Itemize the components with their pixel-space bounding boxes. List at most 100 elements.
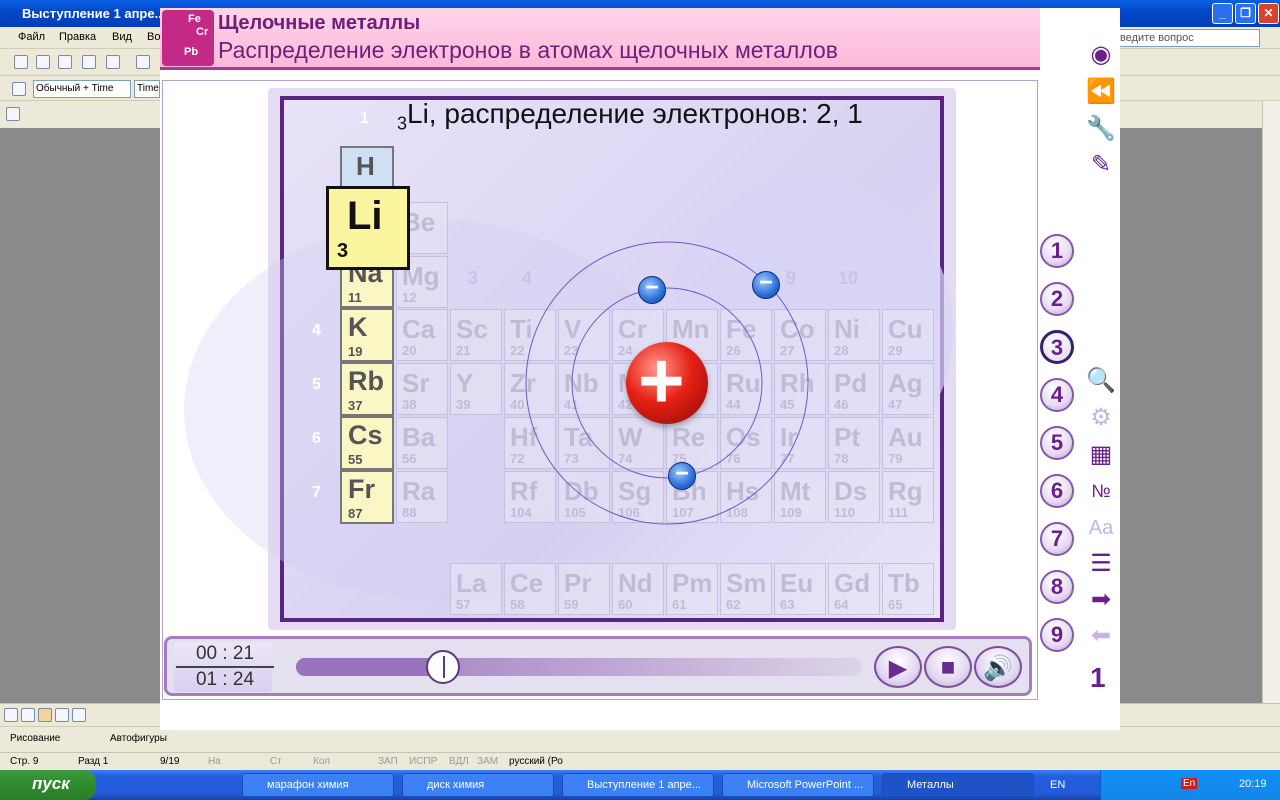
alkali-cell-fr[interactable]: Fr 87 [340, 470, 394, 524]
print-icon[interactable] [106, 55, 120, 69]
language-indicator[interactable]: EN [1050, 779, 1065, 791]
period-number: 5 [312, 376, 321, 393]
font-icon[interactable]: Aa [1086, 513, 1116, 543]
faded-element-cell: Ba 56 [396, 417, 448, 469]
slide-nav-1[interactable]: 1 [1040, 234, 1074, 268]
status-rec[interactable]: ЗАП [378, 756, 398, 767]
word-ask-input[interactable]: ведите вопрос [1115, 29, 1260, 47]
open-icon[interactable] [36, 55, 50, 69]
alkali-cell-cs[interactable]: Cs 55 [340, 416, 394, 470]
tab-stop-icon[interactable] [6, 107, 20, 121]
zoom-icon[interactable]: 🔍 [1086, 366, 1116, 396]
new-icon[interactable] [14, 55, 28, 69]
style-combo[interactable]: Обычный + Time [33, 80, 131, 98]
nucleus-sign: + [638, 336, 685, 425]
seek-thumb[interactable] [426, 650, 461, 684]
play-icon: ▶ [888, 655, 908, 682]
play-button[interactable]: ▶ [874, 646, 922, 688]
element-number: 37 [348, 398, 363, 413]
outline-view-icon[interactable] [55, 708, 69, 722]
seek-progress [296, 658, 444, 676]
logo-cr: Cr [196, 26, 209, 38]
word-title: Выступление 1 апре... [22, 6, 166, 21]
volume-button[interactable]: 🔊 [974, 646, 1022, 688]
gears-icon[interactable]: ⚙ [1086, 403, 1116, 433]
status-trk[interactable]: ИСПР [409, 756, 437, 767]
element-number: 12 [402, 290, 417, 305]
task-label: Microsoft PowerPoint ... [747, 779, 864, 791]
faded-element-cell: Ds 110 [828, 471, 880, 523]
current-time: 00 : 21 [195, 643, 255, 664]
styles-icon[interactable] [12, 82, 26, 96]
faded-element-cell: La 57 [450, 563, 502, 615]
number-icon[interactable]: № [1086, 476, 1116, 506]
task-word[interactable]: Выступление 1 апре... [562, 773, 714, 797]
alkali-cell-rb[interactable]: Rb 37 [340, 362, 394, 416]
task-disk[interactable]: диск химия [402, 773, 554, 797]
element-number: 56 [402, 451, 417, 466]
period-number: 6 [312, 430, 321, 447]
stop-button[interactable]: ■ [924, 646, 972, 688]
autoshapes-menu[interactable]: Автофигуры [110, 733, 167, 744]
status-pages: 9/19 [160, 756, 180, 767]
word-vertical-scrollbar[interactable] [1262, 101, 1280, 703]
font-combo[interactable]: Time [134, 80, 160, 98]
slide-nav-8[interactable]: 8 [1040, 570, 1074, 604]
save-icon[interactable] [58, 55, 72, 69]
electron: − [638, 276, 666, 304]
prev-arrow-icon[interactable]: ⬅ [1086, 621, 1116, 651]
lithium-number: 3 [337, 240, 349, 262]
alkali-cell-k[interactable]: K 19 [340, 308, 394, 362]
word-restore-button[interactable]: ❐ [1235, 3, 1256, 24]
element-number: 47 [888, 397, 903, 412]
normal-view-icon[interactable] [4, 708, 18, 722]
rewind-icon[interactable]: ⏪ [1086, 77, 1116, 107]
slide-nav-6[interactable]: 6 [1040, 474, 1074, 508]
element-symbol: Cs [348, 420, 383, 450]
pencil-icon[interactable]: ✎ [1086, 150, 1116, 180]
task-label: Выступление 1 апре... [587, 779, 701, 791]
menu-view[interactable]: Вид [112, 31, 132, 43]
word-minimize-button[interactable]: _ [1212, 3, 1233, 24]
lithium-symbol: Li [347, 194, 383, 238]
menu-edit[interactable]: Правка [59, 31, 96, 43]
task-marathon[interactable]: марафон химия [242, 773, 394, 797]
element-symbol: K [348, 312, 368, 342]
slide-nav-3[interactable]: 3 [1040, 330, 1074, 364]
element-symbol: Ni [834, 314, 860, 344]
tools-icon[interactable]: 🔧 [1086, 114, 1116, 144]
tray-language[interactable]: En [1181, 778, 1198, 789]
start-button[interactable]: пуск [0, 770, 96, 800]
drawing-menu[interactable]: Рисование [10, 733, 60, 744]
table-icon[interactable]: ▦ [1086, 440, 1116, 470]
lithium-tile[interactable]: Li 3 [326, 186, 410, 270]
print-preview-icon[interactable] [136, 55, 150, 69]
period-number: 4 [312, 322, 321, 339]
faded-element-cell: Pm 61 [666, 563, 718, 615]
slide-nav-4[interactable]: 4 [1040, 378, 1074, 412]
menu-file[interactable]: Файл [18, 31, 45, 43]
word-close-button[interactable]: ✕ [1258, 3, 1279, 24]
task-powerpoint[interactable]: Microsoft PowerPoint ... [722, 773, 874, 797]
element-symbol: Pt [834, 422, 860, 452]
permission-icon[interactable] [82, 55, 96, 69]
task-metals[interactable]: Металлы [882, 773, 1034, 797]
status-col: Кол [313, 756, 331, 767]
element-number: 59 [564, 597, 579, 612]
status-ovr[interactable]: ЗАМ [477, 756, 498, 767]
disc-icon[interactable]: ◉ [1086, 40, 1116, 70]
faded-element-cell: Nd 60 [612, 563, 664, 615]
slide-nav-5[interactable]: 5 [1040, 426, 1074, 460]
slide-nav-2[interactable]: 2 [1040, 282, 1074, 316]
web-view-icon[interactable] [21, 708, 35, 722]
faded-element-cell: Pd 46 [828, 363, 880, 415]
element-number: 11 [348, 290, 362, 305]
menu-insert[interactable]: Во [147, 31, 160, 43]
next-arrow-icon[interactable]: ➡ [1086, 585, 1116, 615]
slide-nav-9[interactable]: 9 [1040, 618, 1074, 652]
list-icon[interactable]: ☰ [1086, 549, 1116, 579]
reading-view-icon[interactable] [72, 708, 86, 722]
slide-nav-7[interactable]: 7 [1040, 522, 1074, 556]
print-view-icon[interactable] [38, 708, 52, 722]
status-ext[interactable]: ВДЛ [449, 756, 469, 767]
